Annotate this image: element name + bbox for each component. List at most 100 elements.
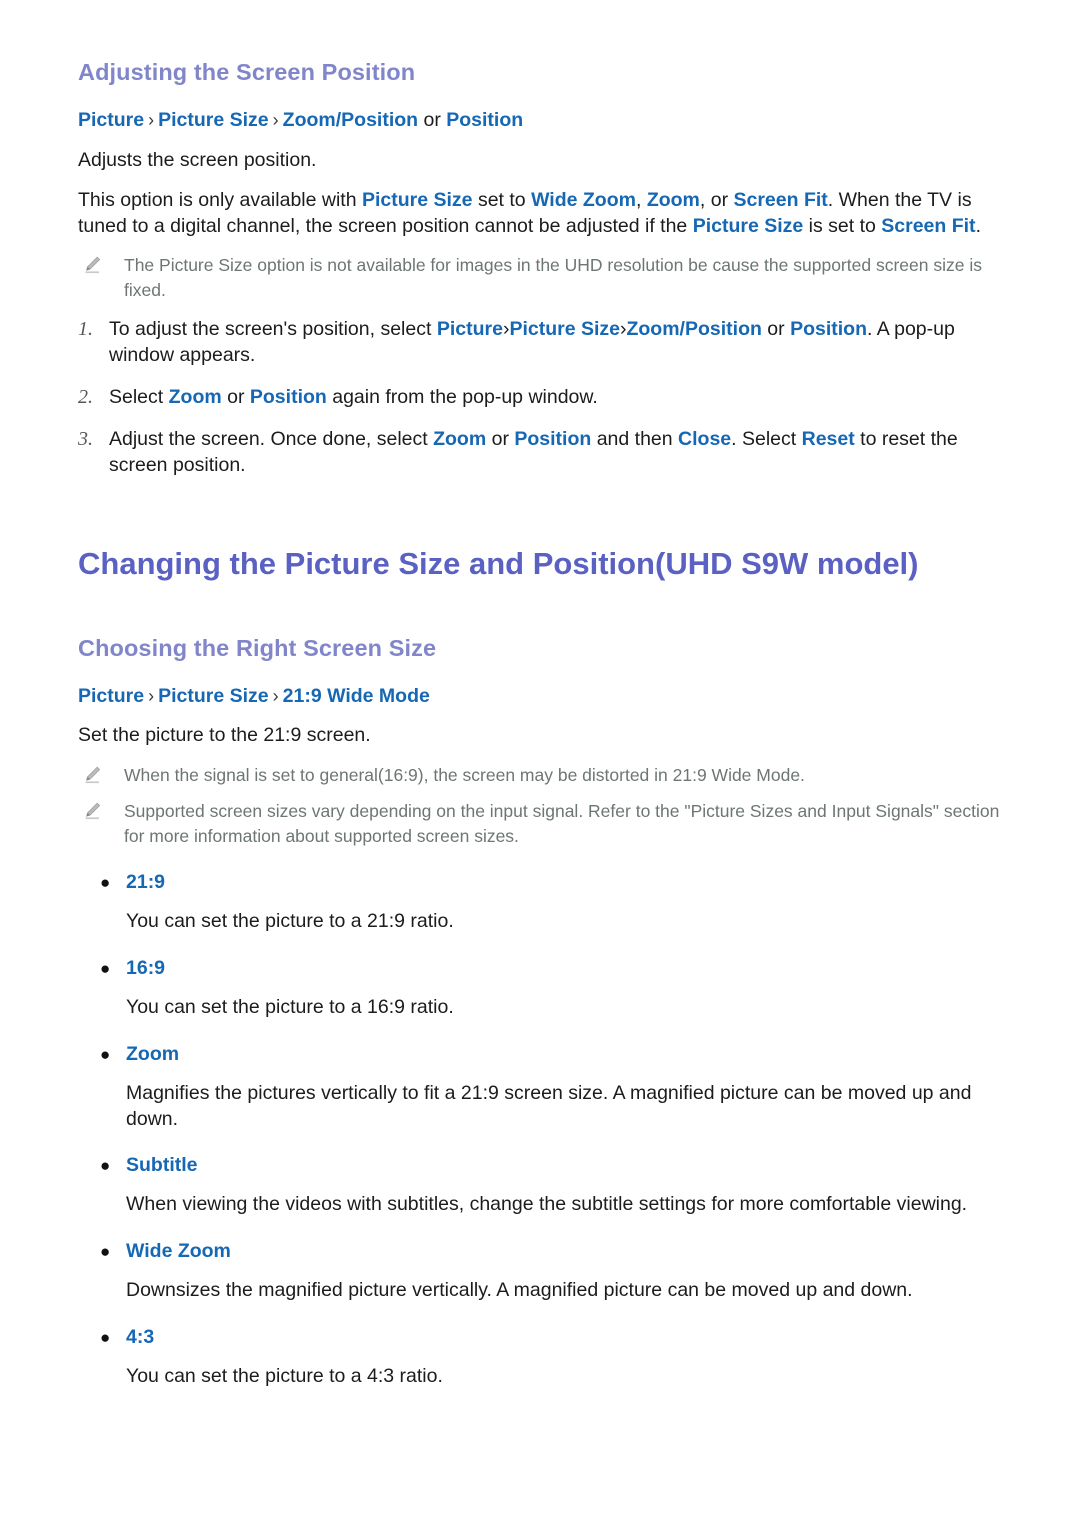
intro-text-set-picture-21-9: Set the picture to the 21:9 screen. [78,724,371,747]
breadcrumb-part-21-9-wide-mode[interactable]: 21:9 Wide Mode [283,685,430,707]
text-fragment: To adjust the screen's position, select [109,318,437,341]
pencil-note-icon [84,799,112,825]
note-row: The Picture Size option is not available… [78,253,1006,303]
step-text: To adjust the screen's position, select … [109,317,1006,369]
breadcrumb-part-picture-size[interactable]: Picture Size [158,109,269,131]
option-item-16-9: ● 16:9 You can set the picture to a 16:9… [78,957,1006,1021]
text-fragment: , [635,188,647,211]
bullet-icon: ● [100,872,111,892]
step-number: 3. [78,427,93,450]
keyword-picture-size: Picture Size [509,318,620,341]
option-label: 4:3 [126,1326,155,1349]
option-item-zoom: ● Zoom Magnifies the pictures vertically… [78,1043,1006,1133]
breadcrumb-part-zoom-position[interactable]: Zoom/Position [283,109,418,131]
option-description: Downsizes the magnified picture vertical… [126,1279,913,1302]
option-label: Wide Zoom [126,1240,231,1263]
breadcrumb-separator-icon: › [272,110,279,131]
keyword-picture-size: Picture Size [361,188,473,211]
keyword-zoom-position: Zoom/Position [626,318,762,341]
pencil-note-icon [84,763,112,789]
bullet-icon: ● [100,958,111,978]
option-description: You can set the picture to a 4:3 ratio. [126,1365,443,1388]
option-header: ● 21:9 [100,871,1006,894]
option-label: Subtitle [126,1154,198,1177]
breadcrumb-part-picture-size[interactable]: Picture Size [158,685,269,707]
text-fragment: again from the pop-up window. [326,385,598,408]
option-description: You can set the picture to a 16:9 ratio. [126,995,454,1018]
keyword-position: Position [249,385,327,408]
step-text: Adjust the screen. Once done, select Zoo… [109,427,1006,479]
option-header: ● Zoom [100,1043,1006,1066]
bullet-icon: ● [100,1242,111,1262]
bullet-icon: ● [100,1044,111,1064]
document-content: Adjusting the Screen Position Picture › Pi… [78,58,1006,1390]
note-text-picture-size-uhd: The Picture Size option is not available… [124,255,982,301]
option-header: ● 16:9 [100,957,1006,980]
option-header: ● 4:3 [100,1326,1006,1349]
note-text-supported-screen-sizes: Supported screen sizes vary depending on… [124,801,1000,846]
keyword-position: Position [790,318,867,341]
option-header: ● Wide Zoom [100,1240,1006,1263]
text-fragment: . [975,214,981,237]
keyword-position: Position [514,427,592,450]
step-text: Select Zoom or Position again from the p… [109,385,1006,411]
keyword-screen-fit: Screen Fit [733,188,828,211]
breadcrumb-separator-icon: › [148,685,155,706]
keyword-zoom: Zoom [168,385,222,408]
step-item-1: 1. To adjust the screen's position, sele… [78,317,1006,369]
breadcrumb-part-position[interactable]: Position [446,109,523,131]
option-header: ● Subtitle [100,1154,1006,1177]
bullet-icon: ● [100,1328,111,1348]
option-label: 21:9 [126,870,166,893]
keyword-zoom: Zoom [433,427,487,450]
section-heading-choosing-right-screen-size: Choosing the Right Screen Size [78,634,437,661]
text-fragment: or [486,427,515,450]
text-fragment: Select [109,385,169,408]
option-item-21-9: ● 21:9 You can set the picture to a 21:9… [78,871,1006,935]
breadcrumb-part-picture[interactable]: Picture [78,109,144,131]
bullet-icon: ● [100,1156,111,1176]
breadcrumb-picture-size-21-9-wide-mode: Picture › Picture Size › 21:9 Wide Mode [78,683,1006,709]
keyword-screen-fit-2: Screen Fit [881,214,976,237]
note-text-signal-general: When the signal is set to general(16:9),… [124,765,805,786]
note-row: Supported screen sizes vary depending on… [78,799,1006,849]
keyword-zoom: Zoom [646,188,700,211]
option-label: Zoom [126,1042,180,1065]
step-item-2: 2. Select Zoom or Position again from th… [78,385,1006,411]
page-title-changing-picture-size-position: Changing the Picture Size and Position(U… [78,545,919,581]
keyword-wide-zoom: Wide Zoom [531,188,636,211]
title-spacer [78,584,1006,634]
section-heading-adjusting-screen-position: Adjusting the Screen Position [78,59,416,85]
breadcrumb-separator-icon: › [272,685,279,706]
numbered-steps-list: 1. To adjust the screen's position, sele… [78,317,1006,479]
note-row: When the signal is set to general(16:9),… [78,763,1006,789]
text-fragment: or [761,318,791,341]
breadcrumb-separator-icon: › [148,110,155,131]
availability-paragraph: This option is only available with Pictu… [78,188,1006,240]
option-description: You can set the picture to a 21:9 ratio. [126,909,454,932]
text-fragment: Adjust the screen. Once done, select [109,427,434,450]
keyword-picture-size-2: Picture Size [692,214,804,237]
text-fragment: is set to [803,214,882,237]
option-item-subtitle: ● Subtitle When viewing the videos with … [78,1154,1006,1218]
pencil-note-icon [84,253,112,279]
keyword-close: Close [678,427,732,450]
breadcrumb-part-picture[interactable]: Picture [78,685,144,707]
text-fragment: or [221,385,250,408]
text-fragment: This option is only available with [78,188,362,211]
option-label: 16:9 [126,956,166,979]
option-description: Magnifies the pictures vertically to fit… [126,1081,972,1130]
text-fragment: , or [699,188,734,211]
text-fragment: and then [591,427,679,450]
option-item-4-3: ● 4:3 You can set the picture to a 4:3 r… [78,1326,1006,1390]
step-item-3: 3. Adjust the screen. Once done, select … [78,427,1006,479]
step-number: 1. [78,318,93,341]
breadcrumb-joiner: or [423,109,441,132]
step-number: 2. [78,385,93,408]
text-fragment: set to [472,188,532,211]
text-fragment: . Select [731,427,802,450]
document-page: Adjusting the Screen Position Picture › Pi… [0,0,1080,1527]
option-item-wide-zoom: ● Wide Zoom Downsizes the magnified pict… [78,1240,1006,1304]
intro-text-adjusts-screen-position: Adjusts the screen position. [78,148,317,171]
